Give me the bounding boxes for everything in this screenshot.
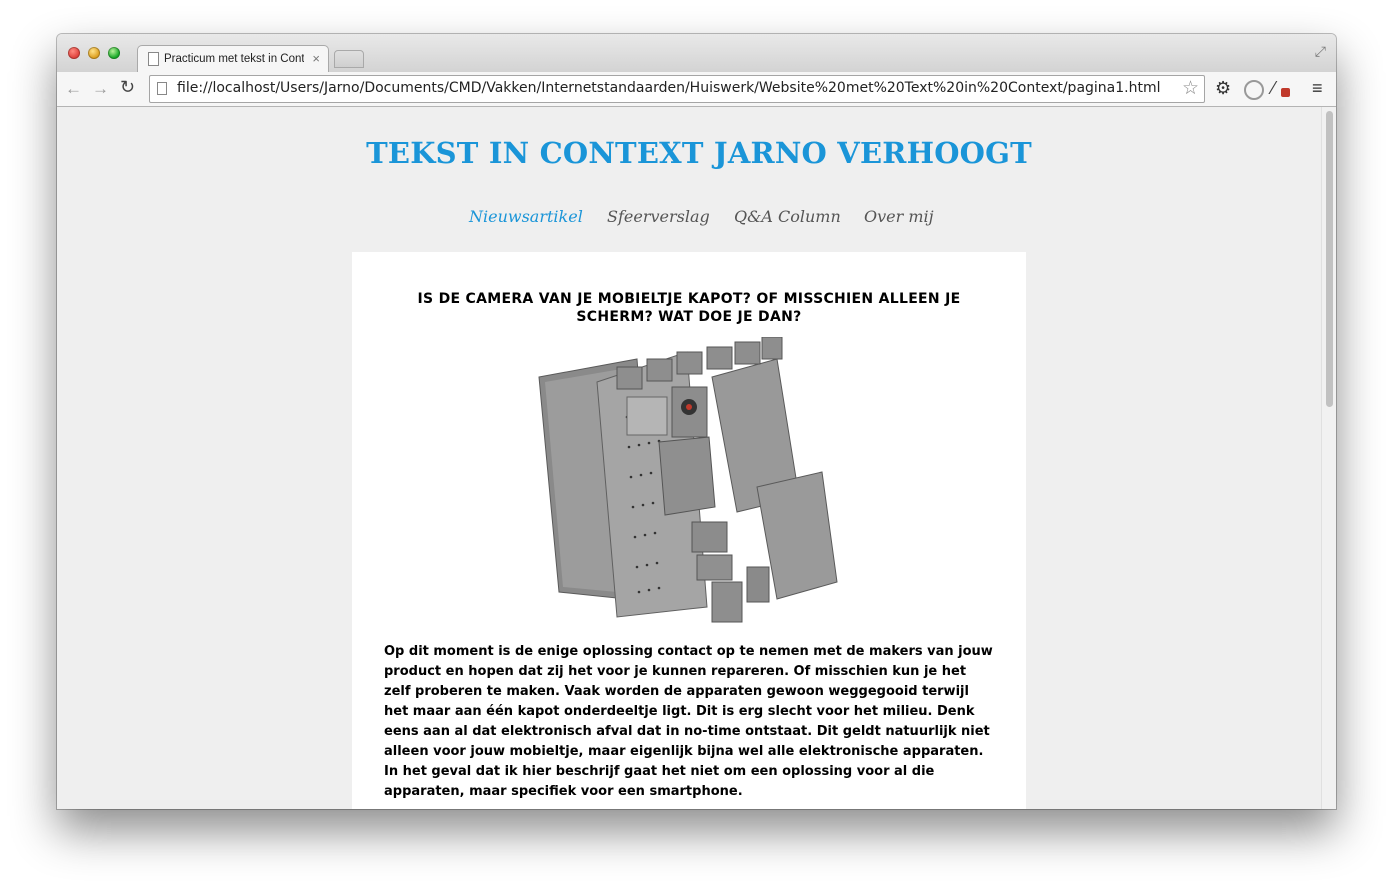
title-bar: Practicum met tekst in Context × ⤢ [57,34,1336,74]
nav-item-over-mij[interactable]: Over mij [864,207,934,226]
article-body: Op dit moment is de enige oplossing cont… [384,644,993,799]
gear-icon[interactable]: ⚙ [1215,78,1231,99]
browser-tab[interactable]: Practicum met tekst in Context × [137,45,329,74]
back-arrow-icon[interactable]: ← [65,79,82,99]
nav-item-nieuwsartikel[interactable]: Nieuwsartikel [469,207,583,226]
page-icon [148,52,159,66]
article-headline: IS DE CAMERA VAN JE MOBIELTJE KAPOT? OF … [417,291,961,325]
reload-icon[interactable]: ↻ [120,77,135,98]
article-card: IS DE CAMERA VAN JE MOBIELTJE KAPOT? OF … [352,252,1026,809]
page-viewport: TEKST IN CONTEXT JARNO VERHOOGT Nieuwsar… [57,107,1321,809]
site-title: TEKST IN CONTEXT JARNO VERHOOGT [366,136,1032,170]
forward-arrow-icon[interactable]: → [92,79,109,99]
extension-badge [1281,88,1290,97]
scrollbar-thumb[interactable] [1326,111,1333,407]
vertical-scrollbar[interactable] [1321,107,1336,809]
page-icon [157,82,167,95]
browser-toolbar: ← → ↻ file://localhost/Users/Jarno/Docum… [57,72,1336,107]
browser-window: Practicum met tekst in Context × ⤢ ← → ↻… [57,34,1336,809]
close-window-button[interactable] [68,47,80,59]
new-tab-button[interactable] [334,50,364,68]
modular-phone-image [538,337,838,623]
bookmark-star-icon[interactable]: ☆ [1182,77,1199,100]
close-tab-icon[interactable]: × [312,51,320,66]
nav-item-qa-column[interactable]: Q&A Column [734,207,841,226]
eyedropper-extension-icon[interactable]: ⁄ [1272,78,1290,99]
extension-icon[interactable] [1244,80,1264,100]
tab-title: Practicum met tekst in Context [164,53,304,65]
url-text[interactable]: file://localhost/Users/Jarno/Documents/C… [177,80,1161,96]
zoom-window-button[interactable] [108,47,120,59]
address-bar[interactable]: file://localhost/Users/Jarno/Documents/C… [149,75,1205,103]
nav-item-sfeerverslag[interactable]: Sfeerverslag [607,207,710,226]
minimize-window-button[interactable] [88,47,100,59]
fullscreen-icon[interactable]: ⤢ [1315,43,1326,60]
menu-icon[interactable]: ≡ [1312,78,1323,99]
